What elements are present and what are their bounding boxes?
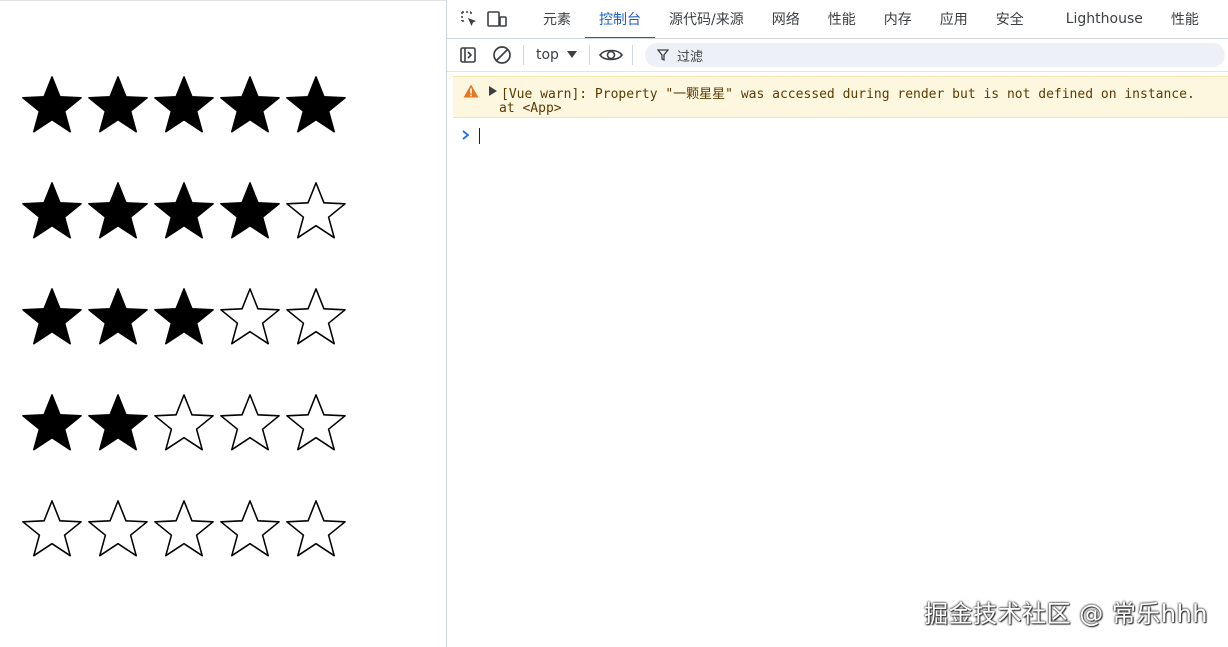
filled-star-icon (220, 182, 280, 239)
empty-star-icon (220, 500, 280, 557)
console-warning-message[interactable]: [Vue warn]: Property "一颗星星" was accessed… (453, 76, 1228, 118)
filled-star-icon (22, 288, 82, 345)
console-output: [Vue warn]: Property "一颗星星" was accessed… (447, 72, 1228, 647)
watermark: 掘金技术社区 @ 常乐hhh (924, 600, 1208, 628)
tab-6[interactable]: 应用 (926, 0, 982, 38)
console-prompt-icon (461, 126, 471, 145)
filled-star-icon (22, 394, 82, 451)
clear-console-icon[interactable] (485, 39, 519, 72)
filled-star-icon (154, 76, 214, 133)
filled-star-icon (88, 182, 148, 239)
devtools-tabbar: 元素 控制台 源代码/来源 网络 性能 内存 应用 安全 Lighthouse 性能 (447, 0, 1228, 39)
empty-star-icon (286, 182, 346, 239)
tab-0[interactable]: 元素 (529, 0, 585, 38)
context-label: top (536, 47, 559, 63)
warning-text: [Vue warn]: Property "一颗星星" was accessed… (501, 87, 1195, 102)
empty-star-icon (286, 500, 346, 557)
empty-star-icon (220, 394, 280, 451)
sidebar-toggle-icon[interactable] (451, 39, 485, 72)
tab-8[interactable]: Lighthouse (1052, 0, 1157, 38)
empty-star-icon (286, 394, 346, 451)
chevron-down-icon (566, 51, 577, 58)
star-rating-row (20, 285, 348, 347)
empty-star-icon (220, 288, 280, 345)
device-toolbar-icon[interactable] (483, 0, 511, 38)
filled-star-icon (88, 76, 148, 133)
context-selector[interactable]: top (528, 47, 585, 63)
filled-star-icon (286, 76, 346, 133)
star-rating-row (20, 179, 348, 241)
console-input[interactable] (479, 128, 480, 144)
devtools-panel: 元素 控制台 源代码/来源 网络 性能 内存 应用 安全 Lighthouse 性能 top 过滤… (446, 0, 1228, 647)
warning-icon (463, 84, 479, 98)
live-expression-eye-icon[interactable] (594, 39, 628, 72)
filter-icon (656, 49, 669, 61)
star-rating-row (20, 73, 348, 135)
filled-star-icon (154, 288, 214, 345)
filter-input[interactable]: 过滤 (644, 43, 1225, 67)
toolbar-divider (631, 45, 633, 65)
empty-star-icon (88, 500, 148, 557)
tab-3[interactable]: 网络 (758, 0, 814, 38)
inspect-element-icon[interactable] (455, 0, 483, 38)
filled-star-icon (22, 76, 82, 133)
toolbar-divider (588, 45, 590, 65)
filled-star-icon (88, 394, 148, 451)
star-rating-row (20, 497, 348, 559)
tab-2[interactable]: 源代码/来源 (655, 0, 758, 38)
tab-1[interactable]: 控制台 (585, 0, 655, 38)
expand-arrow-icon[interactable] (489, 86, 497, 96)
warning-stack: at <App> (499, 101, 562, 116)
filled-star-icon (88, 288, 148, 345)
console-toolbar: top 过滤 (447, 39, 1228, 72)
empty-star-icon (22, 500, 82, 557)
filled-star-icon (220, 76, 280, 133)
empty-star-icon (154, 394, 214, 451)
filter-placeholder: 过滤 (676, 49, 703, 65)
tab-5[interactable]: 内存 (870, 0, 926, 38)
tab-9[interactable]: 性能 (1157, 0, 1213, 38)
empty-star-icon (286, 288, 346, 345)
tab-7[interactable]: 安全 (982, 0, 1038, 38)
toolbar-divider (523, 45, 524, 65)
filled-star-icon (22, 182, 82, 239)
tab-4[interactable]: 性能 (814, 0, 870, 38)
star-rating-row (20, 391, 348, 453)
page-viewport (0, 0, 446, 647)
empty-star-icon (154, 500, 214, 557)
filled-star-icon (154, 182, 214, 239)
